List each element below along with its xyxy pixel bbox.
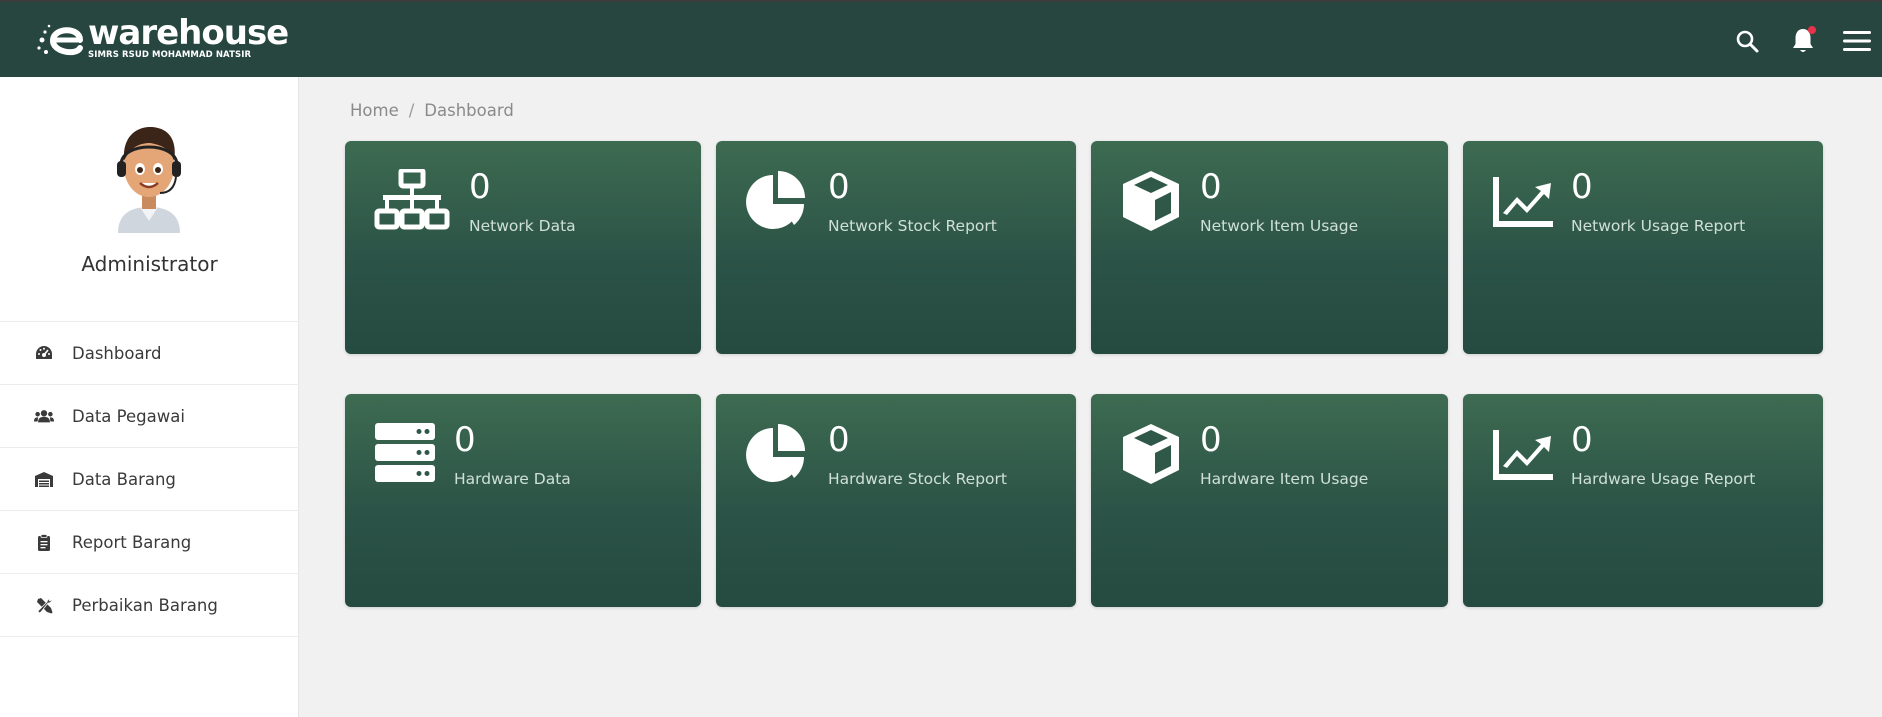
stat-label: Network Item Usage [1200,217,1359,235]
app-logo[interactable]: warehouse SIMRS RSUD MOHAMMAD NATSIR [36,13,289,62]
clipboard-icon [34,532,54,552]
logo-wordmark: warehouse [88,13,289,53]
sidebar-item-label: Data Pegawai [72,406,185,426]
notification-dot [1808,26,1816,34]
stat-label: Hardware Usage Report [1571,470,1756,488]
stat-label: Hardware Stock Report [828,470,1007,488]
sidebar-item-label: Perbaikan Barang [72,595,218,615]
sidebar: Administrator Dashboard Data Pegawai Dat… [0,77,299,717]
network-icon [373,169,451,233]
pie-chart-icon [744,169,808,233]
sidebar-menu: Dashboard Data Pegawai Data Barang Repor… [0,321,299,637]
breadcrumb: Home / Dashboard [350,101,514,120]
sidebar-item-perbaikan-barang[interactable]: Perbaikan Barang [0,574,299,637]
stat-card-network-usage-report[interactable]: 0 Network Usage Report [1463,141,1823,354]
stat-value: 0 [828,167,850,207]
stat-card-network-item-usage[interactable]: 0 Network Item Usage [1091,141,1448,354]
users-icon [34,406,54,426]
search-button[interactable] [1732,26,1762,56]
line-chart-icon [1491,422,1555,486]
stat-card-network-data[interactable]: 0 Network Data [345,141,701,354]
stat-value: 0 [828,420,850,460]
stat-label: Hardware Item Usage [1200,470,1369,488]
server-icon [373,422,437,486]
profile-name: Administrator [81,252,218,276]
sidebar-item-dashboard[interactable]: Dashboard [0,322,299,385]
sidebar-item-label: Data Barang [72,469,176,489]
logo-mark-icon [37,24,83,56]
pie-chart-icon [744,422,808,486]
notifications-button[interactable] [1788,26,1818,56]
sidebar-item-label: Report Barang [72,532,192,552]
sidebar-item-label: Dashboard [72,343,162,363]
stat-label: Network Usage Report [1571,217,1746,235]
gauge-icon [34,343,54,363]
stat-value: 0 [1200,420,1222,460]
stat-label: Hardware Data [454,470,571,488]
cube-icon [1119,169,1183,233]
stat-value: 0 [1571,420,1593,460]
hamburger-menu-button[interactable] [1842,26,1872,56]
stat-card-hardware-usage-report[interactable]: 0 Hardware Usage Report [1463,394,1823,607]
stat-value: 0 [1571,167,1593,207]
hamburger-menu-icon [1843,31,1871,51]
stat-value: 0 [469,167,491,207]
top-navbar: warehouse SIMRS RSUD MOHAMMAD NATSIR [0,0,1882,77]
stat-value: 0 [1200,167,1222,207]
line-chart-icon [1491,169,1555,233]
stat-card-hardware-item-usage[interactable]: 0 Hardware Item Usage [1091,394,1448,607]
warehouse-icon [34,469,54,489]
cube-icon [1119,422,1183,486]
sidebar-item-data-pegawai[interactable]: Data Pegawai [0,385,299,448]
avatar[interactable] [112,121,186,233]
tools-icon [34,595,54,615]
sidebar-item-data-barang[interactable]: Data Barang [0,448,299,511]
sidebar-item-report-barang[interactable]: Report Barang [0,511,299,574]
stat-value: 0 [454,420,476,460]
stat-label: Network Stock Report [828,217,997,235]
search-icon [1736,30,1759,53]
breadcrumb-current: Dashboard [424,101,514,120]
stat-card-hardware-stock-report[interactable]: 0 Hardware Stock Report [716,394,1076,607]
stat-card-network-stock-report[interactable]: 0 Network Stock Report [716,141,1076,354]
stat-card-hardware-data[interactable]: 0 Hardware Data [345,394,701,607]
breadcrumb-separator: / [408,101,415,120]
breadcrumb-home-link[interactable]: Home [350,101,399,120]
stat-label: Network Data [469,217,576,235]
